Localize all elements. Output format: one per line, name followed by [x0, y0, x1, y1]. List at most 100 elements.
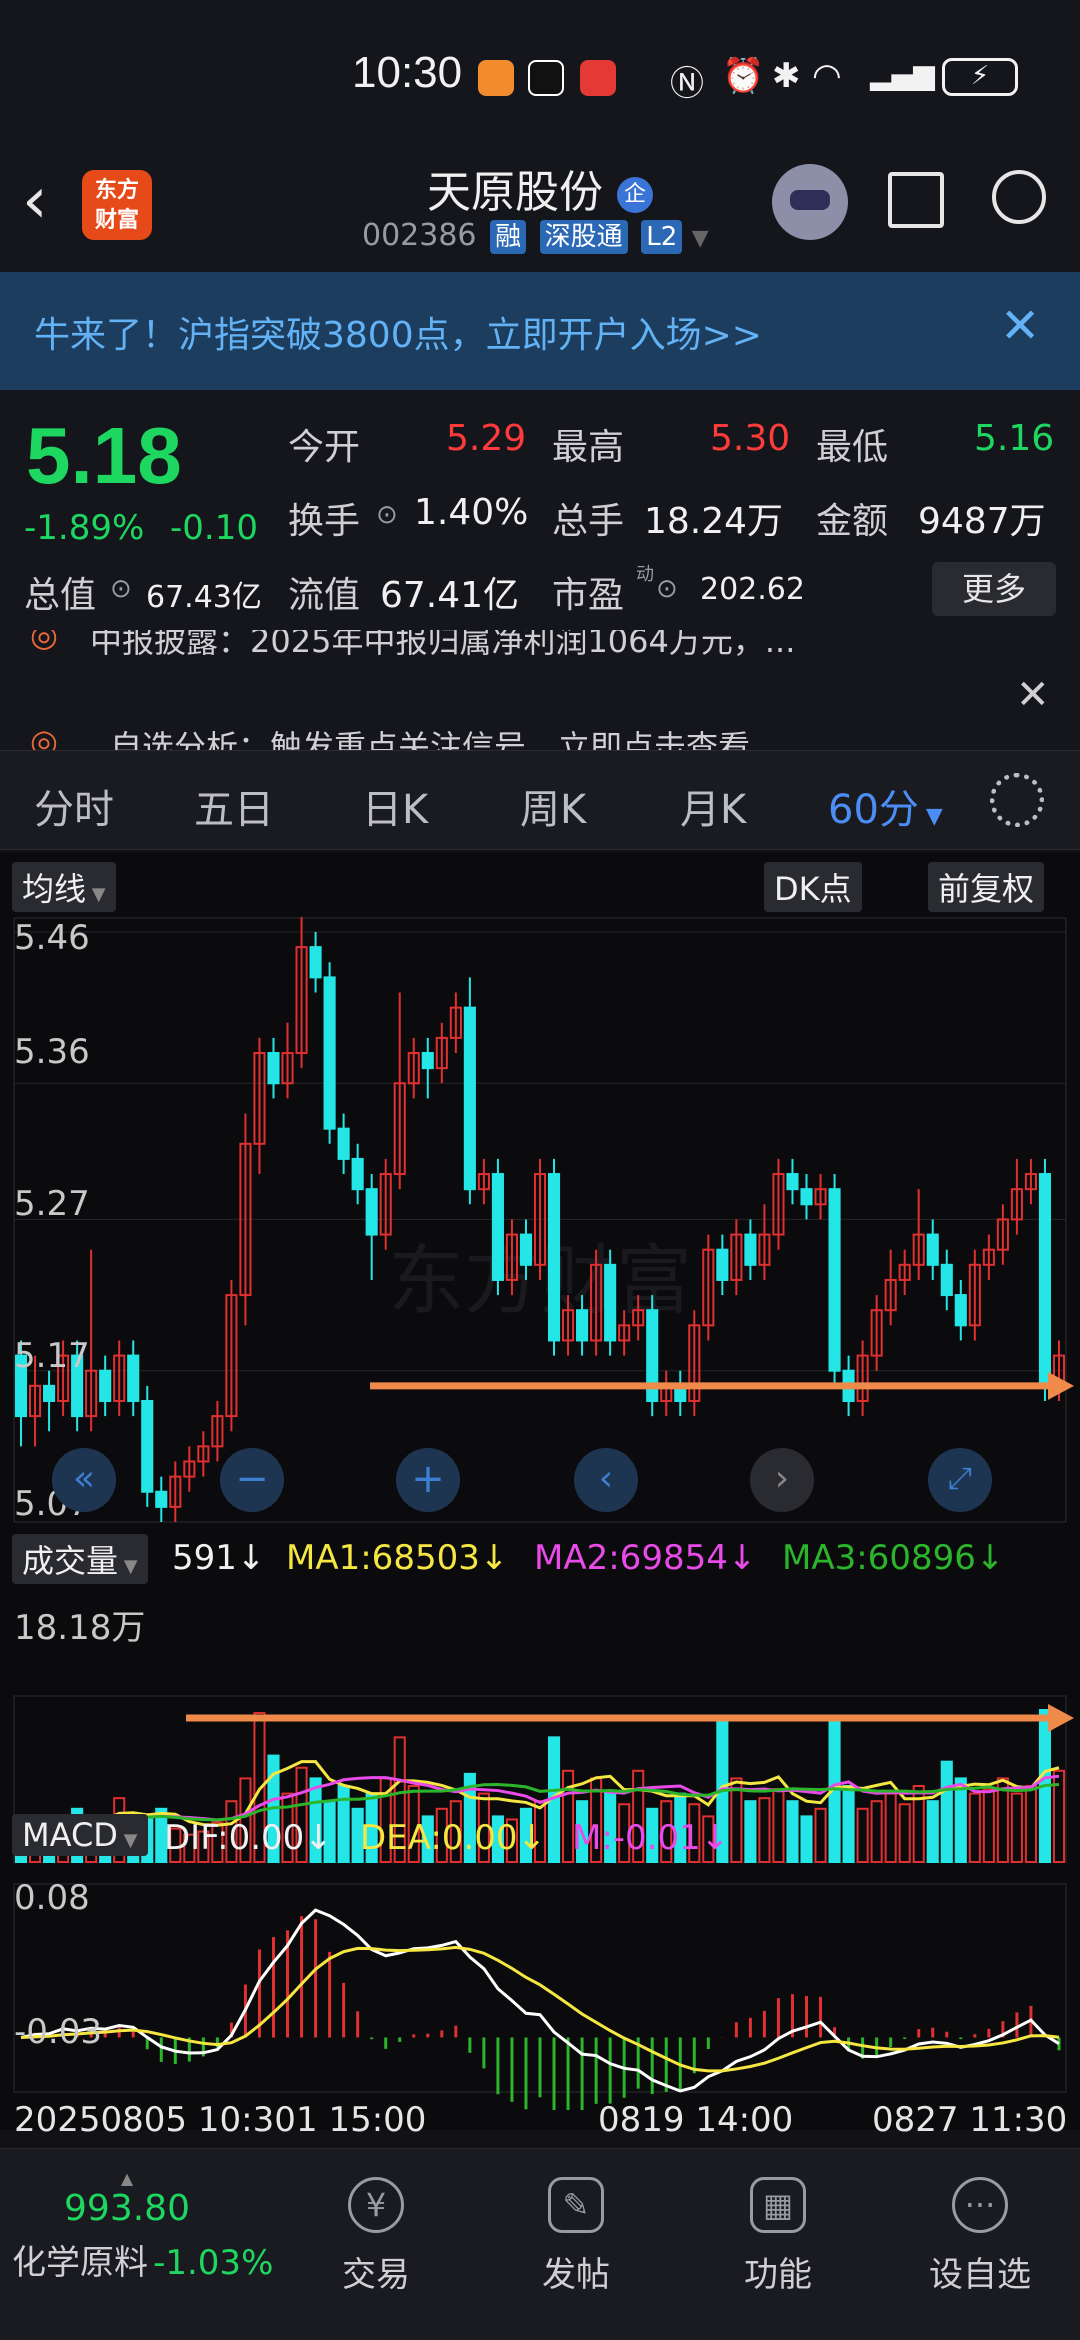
ai-robot-avatar-icon[interactable] [772, 164, 848, 240]
tab-five-day[interactable]: 五日 [194, 777, 274, 835]
signal-icon: ▂▄▆ [870, 58, 935, 91]
search-icon[interactable] [992, 170, 1046, 224]
zoom-in-icon[interactable]: + [396, 1448, 460, 1512]
x-label: 20250805 10:30 [14, 2100, 296, 2140]
battery-icon: ⚡ [942, 58, 1018, 96]
volume-bar [337, 1785, 350, 1863]
enterprise-badge-icon: 企 [617, 177, 653, 213]
candle [828, 1188, 841, 1372]
volume-value: 591↓ [172, 1538, 266, 1578]
candle [954, 1294, 967, 1327]
kline-chart[interactable]: 东方财富 [0, 912, 1080, 2110]
scroll-right-icon[interactable]: › [750, 1448, 814, 1512]
more-button[interactable]: 更多 [932, 562, 1056, 616]
ma-toggle[interactable]: 均线 ▼ [12, 862, 116, 912]
wifi-icon: ◠ [812, 56, 842, 96]
nav-add-watch-label: 设自选 [929, 2255, 1031, 2295]
volume-bar [898, 1803, 911, 1863]
candle [43, 1384, 56, 1402]
volume-bar [856, 1807, 869, 1863]
alarm-icon: ⏰ [722, 56, 765, 96]
macd-m: M:-0.01↓ [572, 1818, 730, 1858]
macd-toggle[interactable]: MACD ▼ [12, 1814, 148, 1856]
candle [309, 946, 322, 979]
promo-text[interactable]: 牛来了！沪指突破3800点，立即开户入场>> [34, 306, 762, 358]
nav-add-watch[interactable]: ··· 设自选 [920, 2177, 1040, 2296]
vol-ma1-text: MA1:68503 [286, 1538, 480, 1578]
volume-bar [884, 1792, 897, 1863]
candle [351, 1157, 364, 1191]
volume-max-label: 18.18万 [14, 1608, 146, 1648]
macd-bottom-label: -0.03 [14, 2012, 102, 2052]
close-icon[interactable]: ✕ [1000, 298, 1040, 354]
news-item-1[interactable]: 中报披露：2025年中报归属净利润1064万元，... [90, 630, 795, 662]
tab-monthly-k[interactable]: 月K [680, 777, 746, 835]
high-value: 5.30 [710, 418, 791, 459]
more-dots-icon: ··· [952, 2177, 1008, 2233]
candle [141, 1399, 154, 1493]
grid-icon: ▦ [750, 2177, 806, 2233]
candle [421, 1052, 434, 1070]
change-pct: -1.89% [24, 508, 145, 548]
candle [365, 1188, 378, 1236]
last-price: 5.18 [26, 411, 182, 500]
huawei-icon [580, 60, 616, 96]
stock-subline[interactable]: 002386 融 深股通 L2 ▼ [362, 218, 709, 254]
candle [604, 1263, 617, 1342]
share-icon[interactable] [888, 172, 944, 228]
sector-index-value: 993.80 [64, 2188, 190, 2229]
candle [926, 1233, 939, 1266]
promo-banner[interactable]: 牛来了！沪指突破3800点，立即开户入场>> ✕ [0, 272, 1080, 390]
adjust-toggle[interactable]: 前复权 [928, 862, 1045, 912]
tab-weekly-k[interactable]: 周K [520, 777, 586, 835]
candle [491, 1173, 504, 1281]
scroll-left-icon[interactable]: ‹ [574, 1448, 638, 1512]
news-item-2[interactable]: 自选分析：触发重点关注信号，立即点击查看 [110, 722, 750, 750]
nav-trade[interactable]: ¥ 交易 [316, 2177, 436, 2296]
fullscreen-icon[interactable]: ⤢ [928, 1448, 992, 1512]
mktcap-label: 总值 [24, 575, 97, 616]
candle [940, 1263, 953, 1297]
y-label: 5.46 [14, 918, 90, 958]
x-label: 0827 11:30 [872, 2100, 1068, 2140]
volume-bar [926, 1800, 939, 1864]
info-icon[interactable]: ⊙ [110, 574, 132, 604]
tab-daily-k[interactable]: 日K [362, 777, 428, 835]
turnover-value: 1.40% [414, 492, 529, 533]
chevron-down-icon: ▼ [118, 1556, 138, 1577]
dk-point-toggle[interactable]: DK点 [764, 862, 862, 912]
rewind-icon[interactable]: « [52, 1448, 116, 1512]
candle [127, 1354, 140, 1402]
macd-dea: DEA:0.00↓ [360, 1818, 546, 1858]
nav-post-label: 发帖 [542, 2255, 610, 2295]
info-icon[interactable]: ⊙ [376, 500, 398, 530]
volume-toggle-label: 成交量 [22, 1542, 119, 1580]
settings-gear-icon[interactable] [990, 773, 1044, 827]
close-icon[interactable]: ✕ [1016, 672, 1050, 718]
support-arrow-head [1048, 1371, 1074, 1400]
vol-ma2-text: MA2:69854 [534, 1538, 728, 1578]
y-label: 5.17 [14, 1336, 90, 1376]
news-ticker[interactable]: ◎ 中报披露：2025年中报归属净利润1064万元，... ◎ 自选分析：触发重… [0, 630, 1080, 750]
vol-ma2: MA2:69854↓ [534, 1538, 757, 1578]
macd-toggle-label: MACD [22, 1816, 118, 1854]
chart-grid [13, 917, 1067, 2093]
vol-ma3: MA3:60896↓ [782, 1538, 1005, 1578]
tab-intraday[interactable]: 分时 [34, 777, 114, 835]
nav-post[interactable]: ✎ 发帖 [516, 2177, 636, 2296]
candle [547, 1173, 561, 1342]
open-label: 今开 [288, 427, 361, 468]
sector-name: 化学原料 [12, 2243, 148, 2283]
candle [800, 1188, 813, 1206]
edit-icon: ✎ [548, 2177, 604, 2233]
tab-60min[interactable]: 60分 ▼ [828, 777, 943, 835]
info-icon[interactable]: ⊙ [656, 574, 678, 604]
volume-toggle[interactable]: 成交量 ▼ [12, 1534, 148, 1584]
amount-value: 9487万 [918, 501, 1046, 542]
nav-functions[interactable]: ▦ 功能 [718, 2177, 838, 2296]
sector-index[interactable]: ▲ 993.80 化学原料 -1.03% [12, 2169, 282, 2284]
volume-bar [940, 1760, 953, 1863]
zoom-out-icon[interactable]: − [220, 1448, 284, 1512]
change-abs: -0.10 [170, 508, 258, 548]
volume-bar [1024, 1785, 1037, 1863]
